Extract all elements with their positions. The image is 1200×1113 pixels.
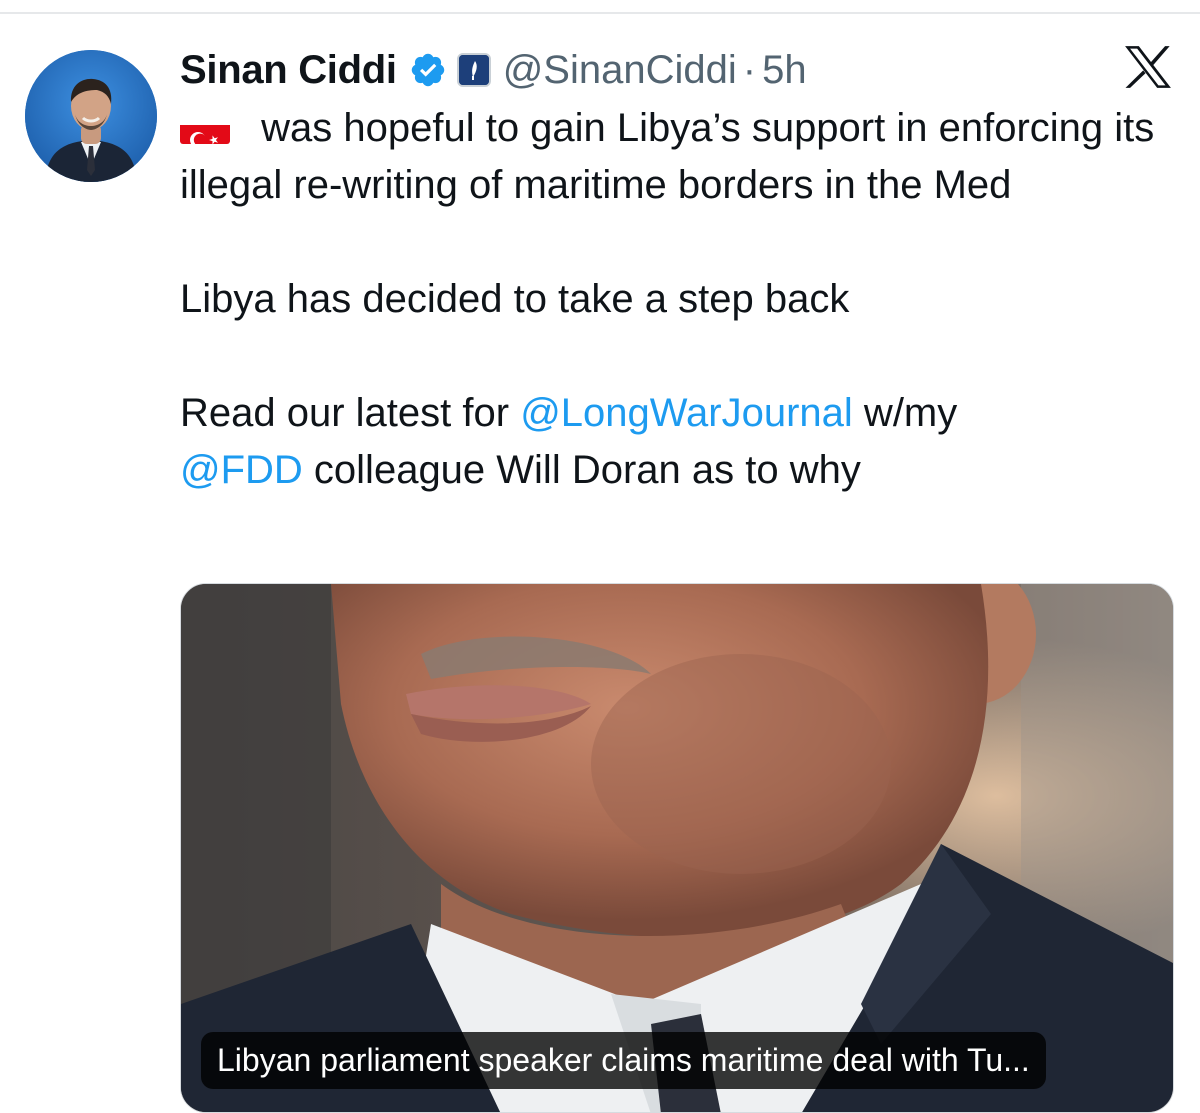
separator-dot: · <box>742 47 757 92</box>
affiliation-badge-icon[interactable] <box>456 53 491 87</box>
tweet-paragraph-3: Read our latest for @LongWarJournal w/my… <box>180 385 1180 499</box>
tweet-text-line-1: was hopeful to gain Libya’s support in e… <box>180 106 1155 207</box>
mention-longwarjournal[interactable]: @LongWarJournal <box>520 391 853 435</box>
turkey-flag-icon <box>180 114 230 144</box>
avatar-photo <box>25 50 157 182</box>
tweet-paragraph-1: was hopeful to gain Libya’s support in e… <box>180 100 1180 214</box>
paragraph-3-end: colleague Will Doran as to why <box>302 448 861 492</box>
link-card[interactable]: Libyan parliament speaker claims maritim… <box>180 583 1174 1113</box>
avatar[interactable] <box>25 50 157 182</box>
tweet-text: was hopeful to gain Libya’s support in e… <box>180 100 1180 499</box>
display-name[interactable]: Sinan Ciddi <box>180 48 397 93</box>
tweet-header: Sinan Ciddi @SinanCiddi · 5h <box>180 42 807 98</box>
link-card-caption: Libyan parliament speaker claims maritim… <box>201 1032 1046 1089</box>
tweet[interactable]: Sinan Ciddi @SinanCiddi · 5h was hopeful… <box>0 0 1200 1113</box>
verified-badge-icon[interactable] <box>409 51 447 89</box>
x-logo-icon[interactable] <box>1123 44 1173 90</box>
mention-fdd[interactable]: @FDD <box>180 448 303 492</box>
tweet-paragraph-2: Libya has decided to take a step back <box>180 277 850 321</box>
paragraph-3-middle: w/my <box>852 391 958 435</box>
paragraph-3-start: Read our latest for <box>180 391 521 435</box>
handle[interactable]: @SinanCiddi <box>503 48 737 93</box>
timestamp[interactable]: 5h <box>762 48 807 93</box>
